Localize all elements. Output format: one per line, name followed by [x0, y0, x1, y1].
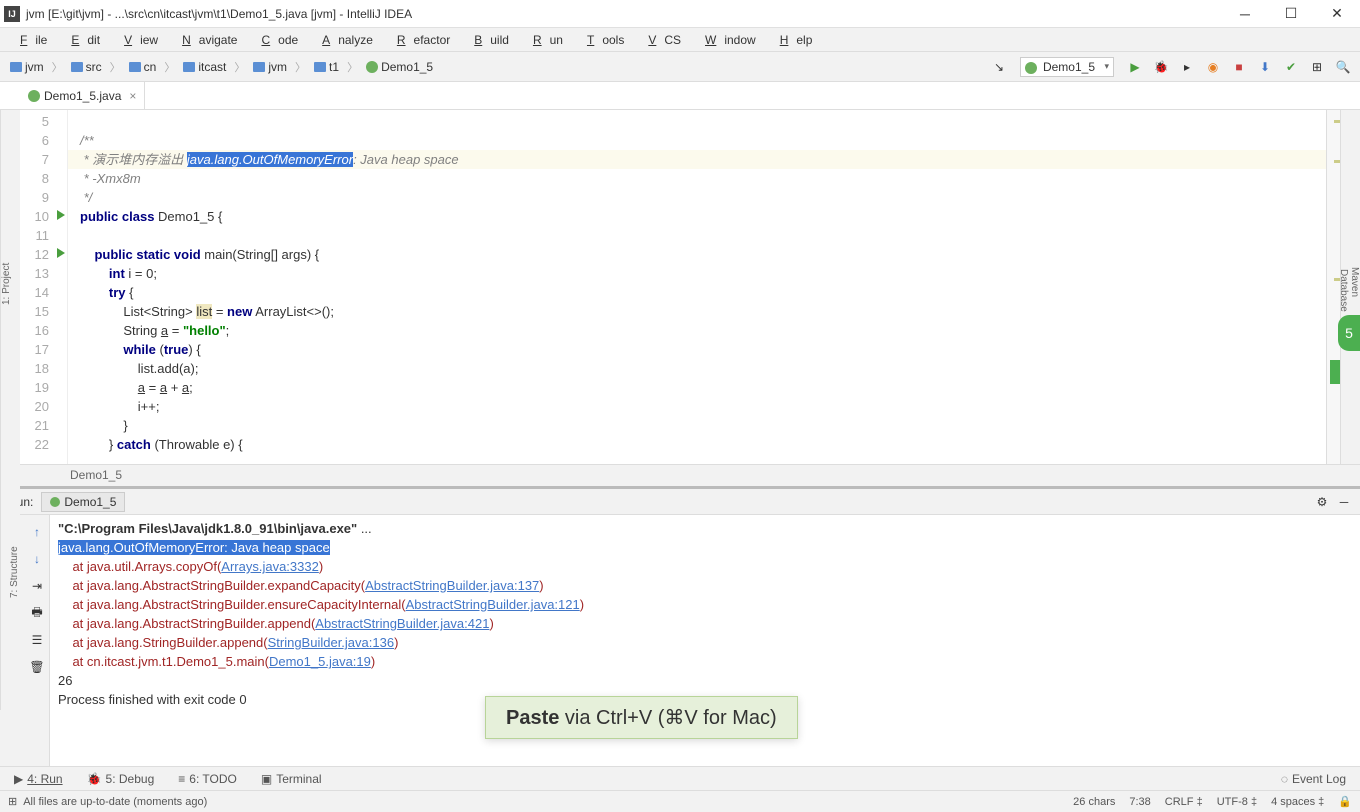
maximize-button[interactable]: ☐: [1268, 0, 1314, 28]
run-header: Run: Demo1_5 ⚙ ─: [0, 489, 1360, 515]
run-tab-icon: [50, 497, 60, 507]
menu-build[interactable]: Build: [458, 31, 517, 49]
hint-rest: via Ctrl+V (⌘V for Mac): [559, 707, 776, 729]
floating-badge[interactable]: 5: [1338, 315, 1360, 351]
run-tab-button[interactable]: ▶ 4: Run: [8, 770, 69, 788]
bottom-tool-bar: ▶ 4: Run 🐞 5: Debug ≡ 6: TODO ▣ Terminal…: [0, 766, 1360, 790]
status-indent[interactable]: 4 spaces ‡: [1271, 796, 1324, 808]
menu-analyze[interactable]: Analyze: [306, 31, 381, 49]
editor-area: 1: Project 56789101112131415161718192021…: [0, 110, 1360, 464]
debug-tab-button[interactable]: 🐞 5: Debug: [81, 770, 161, 788]
window-title: jvm [E:\git\jvm] - ...\src\cn\itcast\jvm…: [26, 7, 412, 21]
run-tab-label: Demo1_5: [64, 495, 116, 509]
menu-tools[interactable]: Tools: [571, 31, 632, 49]
code-area[interactable]: /** * 演示堆内存溢出 java.lang.OutOfMemoryError…: [68, 110, 1326, 464]
status-bar: ⊞ All files are up-to-date (moments ago)…: [0, 790, 1360, 812]
status-line-ending[interactable]: CRLF ‡: [1165, 796, 1203, 808]
crumb-itcast[interactable]: itcast: [179, 58, 230, 76]
menu-code[interactable]: Code: [245, 31, 306, 49]
hint-bold: Paste: [506, 707, 559, 729]
menu-bar: FileEditViewNavigateCodeAnalyzeRefactorB…: [0, 28, 1360, 52]
profile-icon[interactable]: ◉: [1202, 56, 1224, 78]
menu-help[interactable]: Help: [764, 31, 821, 49]
status-message: All files are up-to-date (moments ago): [23, 796, 207, 808]
crumb-jvm[interactable]: jvm: [249, 58, 291, 76]
stop-icon[interactable]: ■: [1228, 56, 1250, 78]
toolbar: jvm〉 src〉 cn〉 itcast〉 jvm〉 t1〉 Demo1_5 ↘…: [0, 52, 1360, 82]
editor-crumb-bar: Demo1_5: [0, 464, 1360, 486]
right-tool-strip[interactable]: Maven Database: [1340, 110, 1360, 464]
tab-label: Demo1_5.java: [44, 89, 121, 103]
structure-tool-button[interactable]: 7: Structure: [9, 546, 20, 608]
menu-edit[interactable]: Edit: [55, 31, 108, 49]
breadcrumbs: jvm〉 src〉 cn〉 itcast〉 jvm〉 t1〉 Demo1_5: [6, 58, 437, 76]
error-stripe[interactable]: [1326, 110, 1340, 464]
coverage-icon[interactable]: ▸: [1176, 56, 1198, 78]
run-tab[interactable]: Demo1_5: [41, 492, 125, 512]
run-config-selector[interactable]: Demo1_5: [1020, 57, 1114, 77]
tab-demo15[interactable]: Demo1_5.java ×: [20, 82, 145, 109]
menu-run[interactable]: Run: [517, 31, 571, 49]
wrap-icon[interactable]: ⇥: [25, 574, 49, 598]
window-controls: ─ ☐ ✕: [1222, 0, 1360, 28]
tab-close-icon[interactable]: ×: [129, 89, 136, 103]
java-class-icon: [28, 90, 40, 102]
down-icon[interactable]: ↓: [25, 547, 49, 571]
toolbar-actions: ↘ Demo1_5 ▶ 🐞 ▸ ◉ ■ ⬇ ✔ ⊞ 🔍: [988, 56, 1354, 78]
terminal-tab-button[interactable]: ▣ Terminal: [255, 770, 328, 788]
status-encoding[interactable]: UTF-8 ‡: [1217, 796, 1257, 808]
structure-icon[interactable]: ⊞: [1306, 56, 1328, 78]
run-icon[interactable]: ▶: [1124, 56, 1146, 78]
menu-file[interactable]: File: [4, 31, 55, 49]
menu-navigate[interactable]: Navigate: [166, 31, 245, 49]
title-bar: IJ jvm [E:\git\jvm] - ...\src\cn\itcast\…: [0, 0, 1360, 28]
crumb-t1[interactable]: t1: [310, 58, 343, 76]
status-icon[interactable]: ⊞: [8, 795, 17, 808]
gutter: 5678910111213141516171819202122: [20, 110, 68, 464]
left-tool-strip-lower: 2: Favorites 7: Structure: [0, 440, 20, 710]
app-icon: IJ: [4, 6, 20, 22]
status-chars: 26 chars: [1073, 796, 1115, 808]
up-icon[interactable]: ↑: [25, 520, 49, 544]
favorites-tool-button[interactable]: 2: Favorites: [0, 551, 1, 603]
crumb-src[interactable]: src: [67, 58, 106, 76]
search-icon[interactable]: 🔍: [1332, 56, 1354, 78]
minimize-button[interactable]: ─: [1222, 0, 1268, 28]
todo-tab-button[interactable]: ≡ 6: TODO: [172, 770, 243, 788]
scroll-icon[interactable]: ☰: [25, 628, 49, 652]
editor-tabs: Demo1_5.java ×: [0, 82, 1360, 110]
delete-icon[interactable]: 🗑: [25, 655, 49, 679]
close-button[interactable]: ✕: [1314, 0, 1360, 28]
debug-icon[interactable]: 🐞: [1150, 56, 1172, 78]
status-caret-pos[interactable]: 7:38: [1129, 796, 1150, 808]
hint-overlay: Paste via Ctrl+V (⌘V for Mac): [485, 696, 798, 739]
editor-crumb[interactable]: Demo1_5: [70, 468, 122, 482]
hide-icon[interactable]: ─: [1336, 494, 1352, 510]
settings-icon[interactable]: ⚙: [1314, 494, 1330, 510]
crumb-cn[interactable]: cn: [125, 58, 161, 76]
vcs-update-icon[interactable]: ⬇: [1254, 56, 1276, 78]
menu-view[interactable]: View: [108, 31, 166, 49]
menu-window[interactable]: Window: [689, 31, 764, 49]
crumb-jvm[interactable]: jvm: [6, 58, 48, 76]
build-icon[interactable]: ↘: [988, 56, 1010, 78]
event-log-button[interactable]: ◌ Event Log: [1275, 770, 1352, 788]
left-tool-strip[interactable]: 1: Project: [0, 110, 20, 464]
print-icon[interactable]: 🖶: [25, 601, 49, 625]
project-tool-button[interactable]: 1: Project: [1, 263, 12, 305]
menu-vcs[interactable]: VCS: [632, 31, 689, 49]
menu-refactor[interactable]: Refactor: [381, 31, 458, 49]
status-lock-icon[interactable]: 🔒: [1338, 795, 1352, 808]
code-editor[interactable]: 5678910111213141516171819202122 /** * 演示…: [20, 110, 1340, 464]
crumb-Demo1_5[interactable]: Demo1_5: [362, 58, 437, 76]
vcs-commit-icon[interactable]: ✔: [1280, 56, 1302, 78]
maven-tool-button[interactable]: Maven: [1349, 267, 1360, 297]
